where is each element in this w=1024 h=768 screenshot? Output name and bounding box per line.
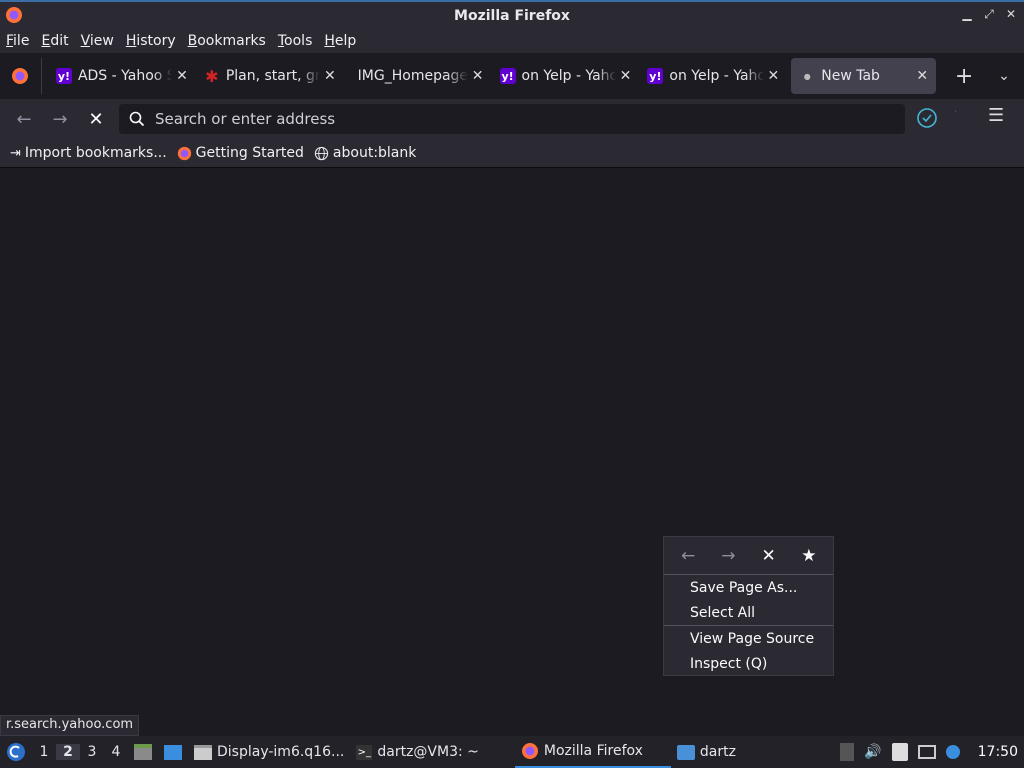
debian-swirl-icon <box>7 743 25 761</box>
new-tab-plus-icon[interactable]: + <box>944 64 984 89</box>
context-inspect[interactable]: Inspect (Q) <box>664 651 833 676</box>
workspace-4[interactable]: 4 <box>104 744 128 760</box>
bookmark-getting-started[interactable]: Getting Started <box>177 145 304 161</box>
network-icon[interactable] <box>917 745 936 759</box>
context-forward-icon[interactable]: → <box>713 546 743 566</box>
context-save-page-as[interactable]: Save Page As... <box>664 575 833 600</box>
list-tabs-chevron-icon[interactable]: ⌄ <box>984 68 1024 84</box>
menu-help[interactable]: Help <box>318 33 362 49</box>
terminal-icon: >_ <box>356 744 373 760</box>
address-input[interactable] <box>153 109 853 129</box>
firefox-icon <box>177 146 191 160</box>
sync-check-icon[interactable] <box>916 107 940 131</box>
tab-yelp-yahoo-1[interactable]: y! on Yelp - Yahoo ✕ <box>492 58 640 94</box>
tab-bar: y! ADS - Yahoo Search ✕ ✱ Plan, start, g… <box>0 53 1024 99</box>
bookmarks-toolbar: ⇥ Import bookmarks... Getting Started ab… <box>0 139 1024 168</box>
menu-tools[interactable]: Tools <box>272 33 319 49</box>
desktop-icon <box>164 744 182 760</box>
close-tab-icon[interactable]: ✕ <box>472 68 484 84</box>
menu-file[interactable]: File <box>0 33 35 49</box>
context-back-icon[interactable]: ← <box>673 546 703 566</box>
context-stop-icon[interactable]: ✕ <box>754 546 784 566</box>
close-tab-icon[interactable]: ✕ <box>768 68 780 84</box>
extension-dot-icon[interactable]: · <box>954 107 957 118</box>
menu-edit[interactable]: Edit <box>35 33 74 49</box>
hamburger-menu-icon[interactable]: ☰ <box>988 105 1004 126</box>
tab-plan-start[interactable]: ✱ Plan, start, grow ✕ <box>196 58 344 94</box>
stop-loading-icon[interactable]: ✕ <box>78 103 114 135</box>
context-bookmark-star-icon[interactable]: ★ <box>794 546 824 566</box>
volume-icon[interactable]: 🔊 <box>864 744 881 760</box>
workspace-3[interactable]: 3 <box>80 744 104 760</box>
clipboard-icon[interactable] <box>891 743 908 761</box>
task-folder-dartz[interactable]: dartz <box>671 736 742 768</box>
file-manager-launcher[interactable] <box>128 736 158 768</box>
close-tab-icon[interactable]: ✕ <box>916 68 928 84</box>
yahoo-icon: y! <box>55 68 72 84</box>
window-titlebar: Mozilla Firefox ▁ ⤢ ✕ <box>0 0 1024 29</box>
status-url: r.search.yahoo.com <box>0 715 140 736</box>
forward-arrow-icon[interactable]: → <box>42 103 78 135</box>
firefox-view-button[interactable] <box>0 58 42 94</box>
context-view-page-source[interactable]: View Page Source <box>664 626 833 651</box>
page-content[interactable] <box>0 168 1024 736</box>
tab-yelp-yahoo-2[interactable]: y! on Yelp - Yahoo ✕ <box>639 58 787 94</box>
window-title: Mozilla Firefox <box>454 7 570 24</box>
tab-new-tab[interactable]: ● New Tab ✕ <box>791 58 937 94</box>
firefox-icon <box>521 743 538 759</box>
menu-bookmarks[interactable]: Bookmarks <box>182 33 272 49</box>
yelp-icon: ✱ <box>205 66 219 86</box>
desktop-launcher[interactable] <box>158 736 188 768</box>
start-menu-button[interactable] <box>0 736 32 768</box>
workspace-1[interactable]: 1 <box>32 744 56 760</box>
back-arrow-icon[interactable]: ← <box>6 103 42 135</box>
menu-view[interactable]: View <box>75 33 120 49</box>
close-tab-icon[interactable]: ✕ <box>176 68 188 84</box>
address-bar[interactable] <box>119 104 905 134</box>
scroll-indicator-icon[interactable] <box>840 743 855 761</box>
search-icon <box>129 111 145 127</box>
files-icon <box>134 744 152 760</box>
close-tab-icon[interactable]: ✕ <box>324 68 336 84</box>
firefox-icon <box>6 7 22 23</box>
bookmark-about-blank[interactable]: about:blank <box>314 145 416 161</box>
context-menu: ← → ✕ ★ Save Page As... Select All View … <box>663 536 834 676</box>
window-icon <box>194 744 212 760</box>
yahoo-icon: y! <box>499 68 516 84</box>
loading-dot-icon: ● <box>803 71 811 81</box>
import-icon: ⇥ <box>10 145 21 161</box>
menu-bar: File Edit View History Bookmarks Tools H… <box>0 29 1024 53</box>
update-notification-icon[interactable] <box>945 745 960 759</box>
close-tab-icon[interactable]: ✕ <box>620 68 632 84</box>
globe-icon <box>314 146 329 160</box>
tab-ads-yahoo[interactable]: y! ADS - Yahoo Search ✕ <box>48 58 196 94</box>
firefox-icon <box>12 68 29 84</box>
bookmark-import[interactable]: ⇥ Import bookmarks... <box>10 145 167 161</box>
clock: 17:50 <box>977 744 1018 760</box>
maximize-icon[interactable]: ⤢ <box>982 7 996 22</box>
folder-icon <box>676 744 695 760</box>
minimize-icon[interactable]: ▁ <box>960 7 974 22</box>
close-icon[interactable]: ✕ <box>1004 7 1018 22</box>
task-terminal[interactable]: >_ dartz@VM3: ~ <box>350 736 485 768</box>
system-tray: 🔊 17:50 <box>840 736 1024 768</box>
task-display-im6[interactable]: Display-im6.q16... <box>188 736 350 768</box>
task-firefox[interactable]: Mozilla Firefox <box>514 736 671 768</box>
workspace-2[interactable]: 2 <box>56 744 80 760</box>
context-select-all[interactable]: Select All <box>664 600 833 625</box>
tab-img-homepage[interactable]: IMG_HomepageHero ✕ <box>344 58 492 94</box>
menu-history[interactable]: History <box>120 33 182 49</box>
yahoo-icon: y! <box>647 68 664 84</box>
